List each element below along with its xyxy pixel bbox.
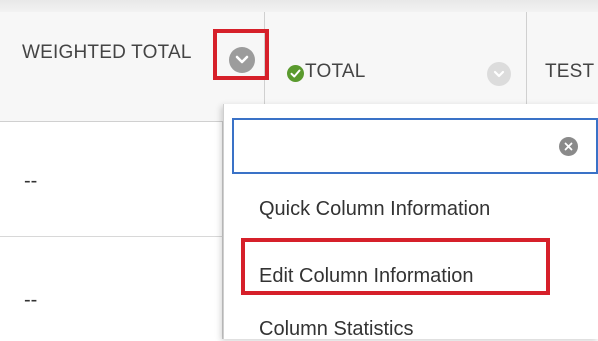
menu-item-column-statistics[interactable]: Column Statistics [259,318,414,341]
menu-search-input[interactable] [232,118,598,174]
chevron-down-icon[interactable] [229,47,255,73]
column-header-label: TEST [545,61,595,82]
column-header-label: WEIGHTED TOTAL [22,42,192,63]
menu-item-quick-column-information[interactable]: Quick Column Information [259,198,490,221]
grade-grid: WEIGHTED TOTAL TOTAL TEST -- -- Quick Co… [0,12,598,341]
check-circle-icon [287,65,304,82]
cell-value: -- [24,289,38,311]
chevron-down-icon[interactable] [487,62,511,86]
table-row: -- [0,122,223,237]
clear-icon[interactable] [559,137,578,156]
table-row: -- [0,237,223,339]
column-context-menu: Quick Column Information Edit Column Inf… [223,104,598,341]
menu-item-edit-column-information[interactable]: Edit Column Information [259,265,474,288]
column-header-label: TOTAL [305,61,366,82]
cell-value: -- [24,170,38,192]
